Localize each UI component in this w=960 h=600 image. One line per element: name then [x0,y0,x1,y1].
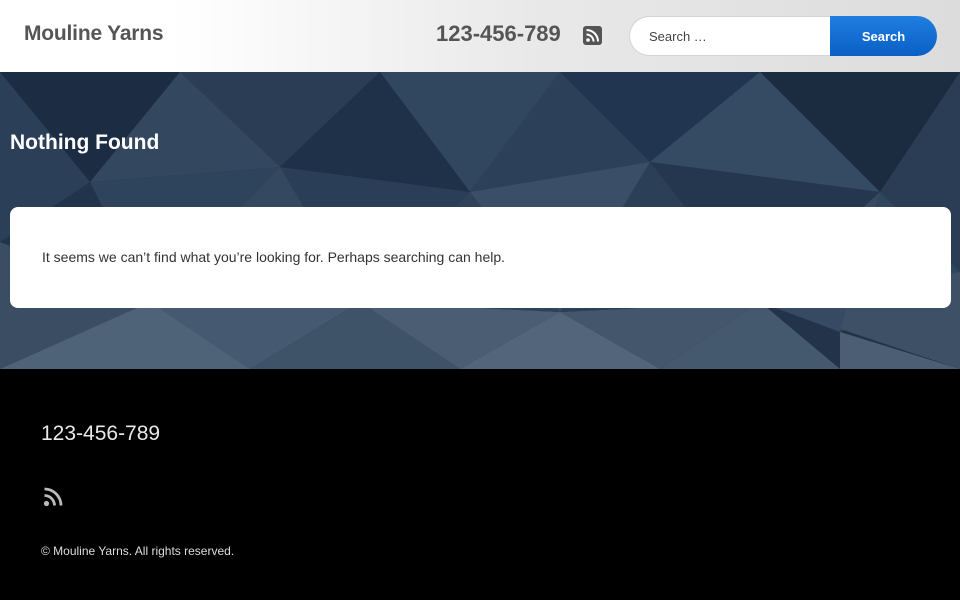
not-found-message: It seems we can’t find what you’re looki… [42,249,506,265]
site-footer: 123-456-789 © Mouline Yarns. All rights … [0,369,960,600]
site-title[interactable]: Mouline Yarns [24,22,164,46]
page-title: Nothing Found [10,131,160,154]
rss-icon[interactable] [583,26,602,45]
search-form: Search [629,16,937,56]
search-button[interactable]: Search [830,16,937,56]
content-area: Nothing Found It seems we can’t find wha… [0,72,960,369]
header-phone: 123-456-789 [436,21,561,46]
site-header: Mouline Yarns 123-456-789 Search [0,0,960,72]
content-card: It seems we can’t find what you’re looki… [10,207,951,308]
footer-phone: 123-456-789 [41,422,161,445]
copyright: © Mouline Yarns. All rights reserved. [41,544,235,558]
search-input[interactable] [629,16,835,56]
rss-icon[interactable] [43,487,64,512]
